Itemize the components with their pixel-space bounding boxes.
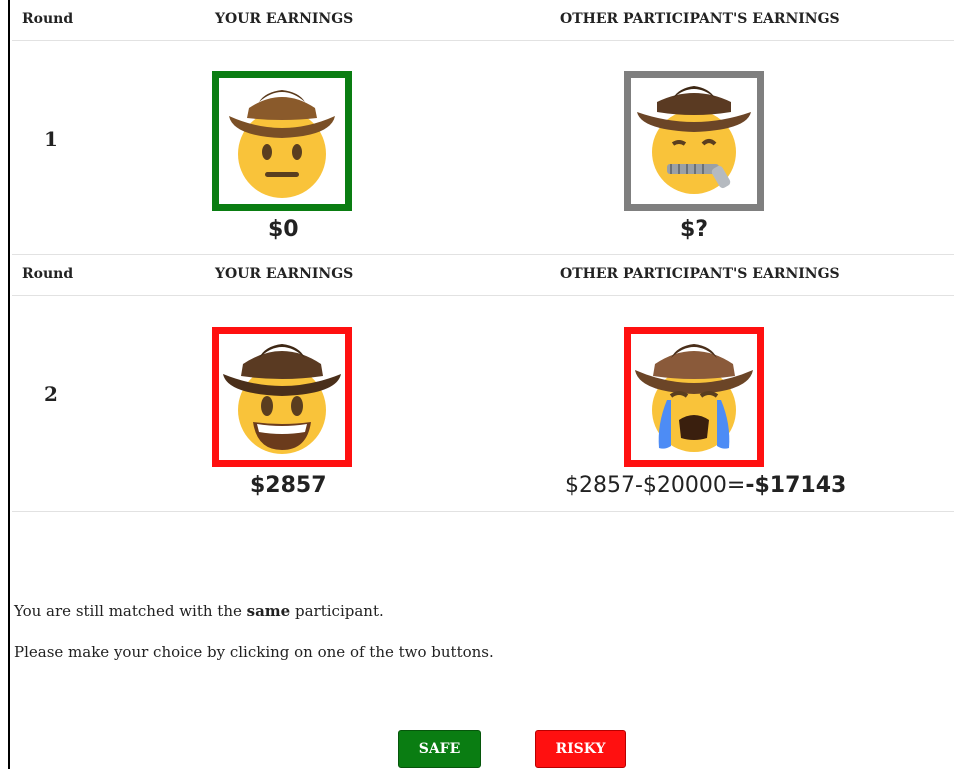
formula-text: $2857-$20000= <box>565 473 746 498</box>
message-emphasis: same <box>246 602 291 620</box>
header-your-earnings: YOUR EARNINGS <box>215 11 354 27</box>
table-header: Round YOUR EARNINGS OTHER PARTICIPANT'S … <box>12 0 954 41</box>
round-1-section: Round YOUR EARNINGS OTHER PARTICIPANT'S … <box>12 0 954 255</box>
other-earnings-frame <box>624 327 764 467</box>
instruction-message: Please make your choice by clicking on o… <box>14 643 494 661</box>
round-number: 2 <box>44 382 58 406</box>
message-prefix: You are still matched with the <box>14 602 247 620</box>
your-earnings-frame <box>212 327 352 467</box>
other-earnings-amount: $2857-$20000=-$17143 <box>565 473 846 498</box>
risky-button[interactable]: RISKY <box>535 730 626 768</box>
your-earnings-amount: $0 <box>268 217 299 242</box>
other-earnings-amount: $? <box>680 217 709 242</box>
zipper-mouth-cowboy-icon <box>637 86 751 194</box>
your-earnings-amount: $2857 <box>250 473 327 498</box>
header-other-earnings: OTHER PARTICIPANT'S EARNINGS <box>560 266 840 282</box>
other-earnings-frame <box>624 71 764 211</box>
left-border <box>8 0 10 769</box>
header-other-earnings: OTHER PARTICIPANT'S EARNINGS <box>560 11 840 27</box>
divider <box>12 511 954 512</box>
your-earnings-frame <box>212 71 352 211</box>
round-number: 1 <box>44 127 58 151</box>
table-header: Round YOUR EARNINGS OTHER PARTICIPANT'S … <box>12 255 954 296</box>
neutral-cowboy-icon <box>229 90 335 198</box>
round-2-section: Round YOUR EARNINGS OTHER PARTICIPANT'S … <box>12 255 954 511</box>
header-round: Round <box>22 11 74 27</box>
message-suffix: participant. <box>290 602 384 620</box>
result-text: -$17143 <box>745 473 847 498</box>
header-your-earnings: YOUR EARNINGS <box>215 266 354 282</box>
grinning-cowboy-icon <box>223 344 341 454</box>
safe-button[interactable]: SAFE <box>398 730 481 768</box>
crying-cowboy-icon <box>635 344 753 452</box>
matched-message: You are still matched with the same part… <box>14 602 384 620</box>
header-round: Round <box>22 266 74 282</box>
